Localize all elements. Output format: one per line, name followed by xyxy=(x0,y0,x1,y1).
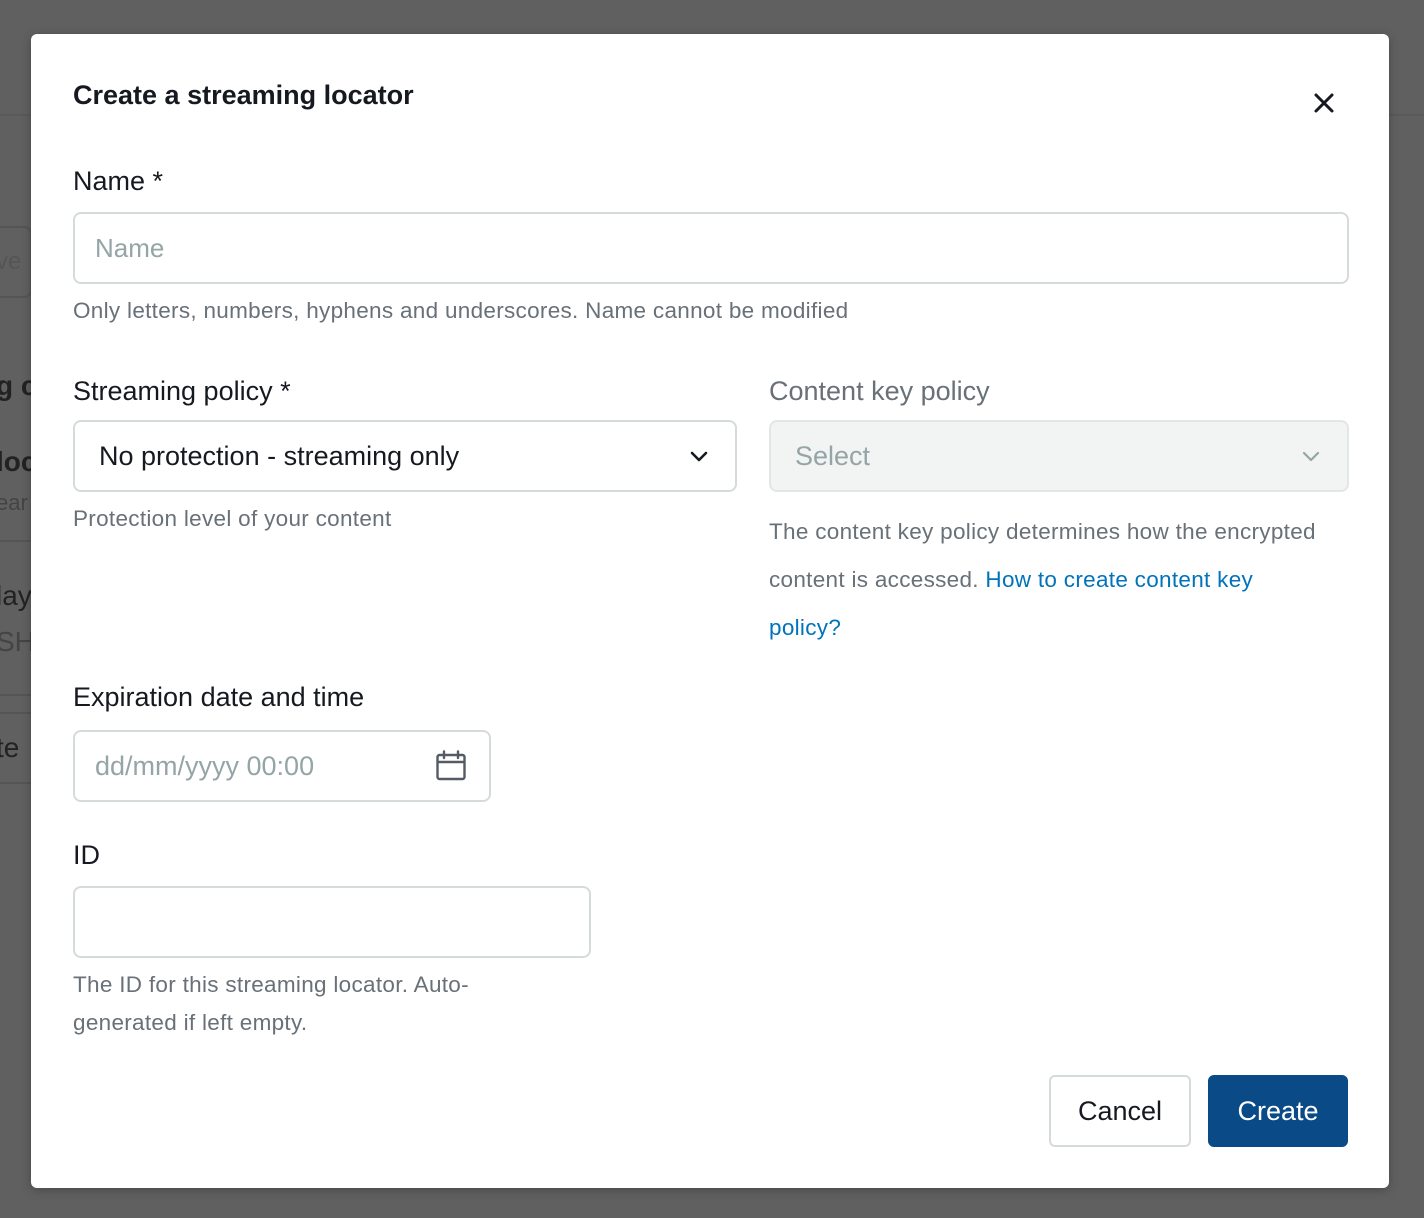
chevron-down-icon xyxy=(1302,451,1320,462)
content-key-policy-select: Select xyxy=(769,420,1349,492)
name-hint: Only letters, numbers, hyphens and under… xyxy=(73,298,849,323)
close-icon xyxy=(1314,93,1334,112)
bg-divider xyxy=(0,712,32,714)
create-button[interactable]: Create xyxy=(1208,1075,1348,1147)
bg-search-input: ve xyxy=(0,226,32,298)
streaming-policy-hint: Protection level of your content xyxy=(73,506,392,531)
bg-fragment: SH xyxy=(0,626,35,657)
bg-fragment: ear xyxy=(0,490,28,515)
expiration-placeholder: dd/mm/yyyy 00:00 xyxy=(95,750,315,781)
expiration-date-input[interactable]: dd/mm/yyyy 00:00 xyxy=(73,730,491,802)
content-key-policy-hint: The content key policy determines how th… xyxy=(769,508,1329,652)
content-key-policy-label: Content key policy xyxy=(769,376,990,406)
bg-fragment: ve xyxy=(0,248,22,275)
id-input[interactable] xyxy=(73,886,591,958)
content-key-policy-value: Select xyxy=(795,440,871,471)
streaming-policy-select[interactable]: No protection - streaming only xyxy=(73,420,737,492)
close-button[interactable] xyxy=(1301,86,1347,122)
create-streaming-locator-modal: Create a streaming locator Name * Only l… xyxy=(31,34,1389,1188)
chevron-down-icon xyxy=(690,451,708,462)
cancel-button[interactable]: Cancel xyxy=(1049,1075,1191,1147)
id-hint: The ID for this streaming locator. Auto-… xyxy=(73,972,469,1035)
streaming-policy-label: Streaming policy * xyxy=(73,376,291,406)
bg-divider xyxy=(0,540,32,542)
id-label: ID xyxy=(73,840,100,870)
modal-title: Create a streaming locator xyxy=(73,80,414,110)
streaming-policy-value: No protection - streaming only xyxy=(99,440,460,471)
bg-divider xyxy=(0,694,32,696)
bg-divider xyxy=(0,782,32,784)
name-label: Name * xyxy=(73,166,164,196)
expiration-label: Expiration date and time xyxy=(73,682,365,712)
name-input[interactable] xyxy=(73,212,1349,284)
bg-fragment: lay xyxy=(0,580,32,611)
bg-fragment: te xyxy=(0,732,20,763)
calendar-icon[interactable] xyxy=(435,750,467,782)
